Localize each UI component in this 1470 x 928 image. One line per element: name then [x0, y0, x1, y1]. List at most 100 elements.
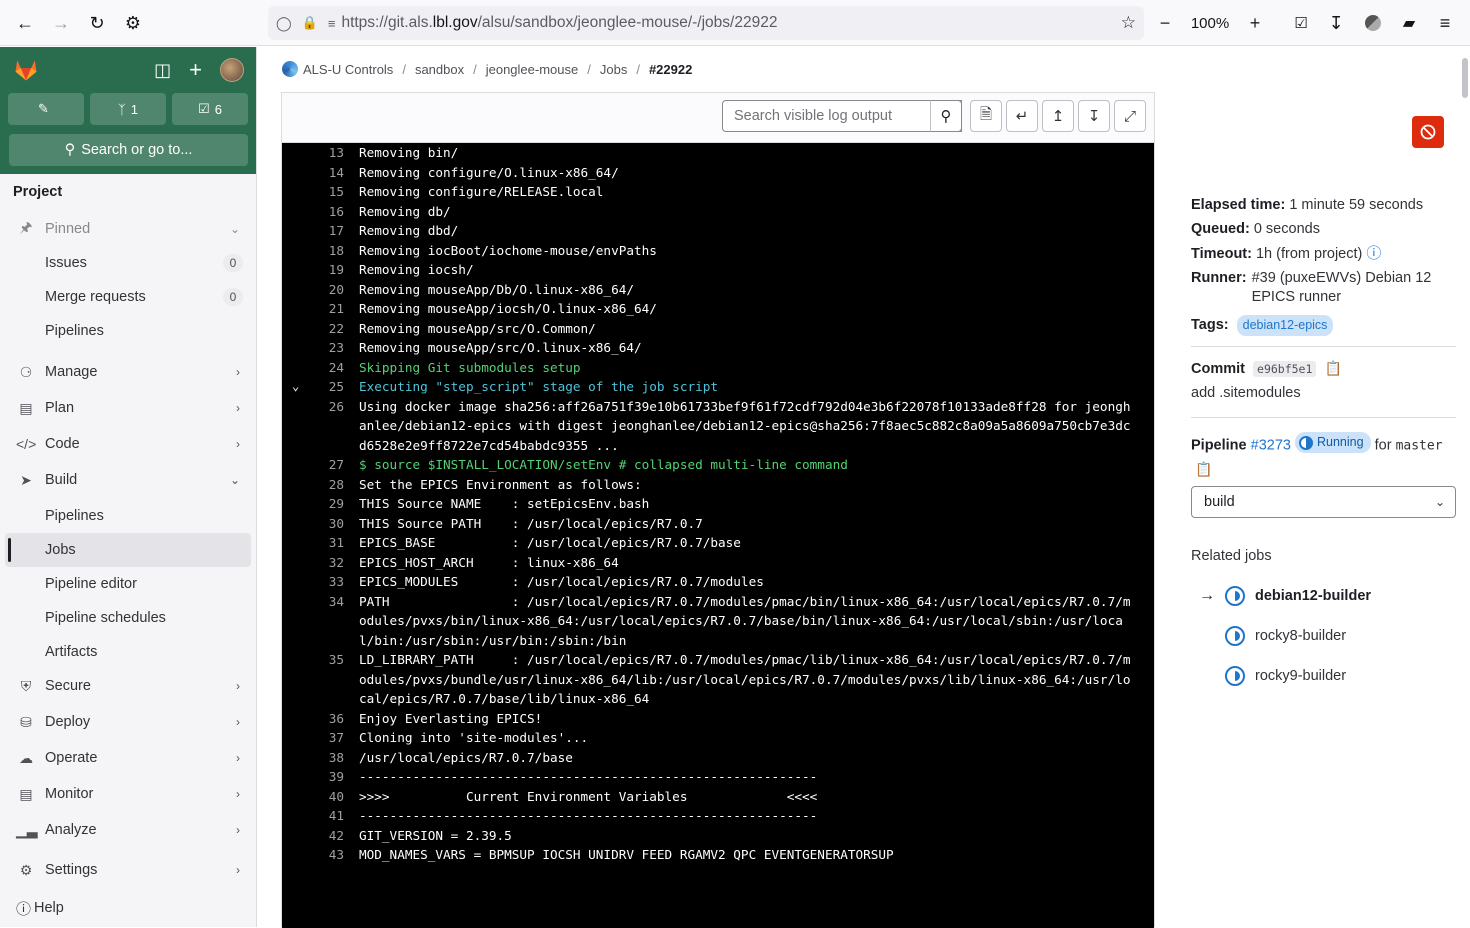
- log-line-number[interactable]: 28: [282, 475, 344, 495]
- sidebar-item-build[interactable]: ➤ Build ⌄: [0, 463, 256, 497]
- sidebar-item-pipeline-schedules[interactable]: Pipeline schedules: [0, 601, 256, 635]
- log-line-number[interactable]: 30: [282, 514, 344, 534]
- copy-icon[interactable]: 📋: [1195, 461, 1456, 478]
- sidebar-item-pinned-pipelines[interactable]: Pipelines: [0, 314, 256, 348]
- sidebar-toggle-icon[interactable]: ◫: [154, 60, 171, 81]
- sidebar-item-deploy[interactable]: ⛁ Deploy ›: [0, 705, 256, 739]
- merge-requests-counter-button[interactable]: ᛉ1: [90, 93, 166, 125]
- user-avatar[interactable]: [220, 58, 244, 82]
- sidebar-item-merge-requests[interactable]: Merge requests 0: [0, 280, 256, 314]
- log-line-number[interactable]: 18: [282, 241, 344, 261]
- sidebar-item-settings[interactable]: ⚙ Settings ›: [0, 853, 256, 887]
- chevron-down-icon[interactable]: ⌄: [292, 377, 299, 397]
- sidebar-item-plan[interactable]: ▤ Plan ›: [0, 391, 256, 425]
- breadcrumb-current[interactable]: #22922: [649, 62, 692, 77]
- sidebar-item-manage[interactable]: ⚆ Manage ›: [0, 355, 256, 389]
- log-line-number[interactable]: 35: [282, 650, 344, 709]
- settings-gear-icon[interactable]: ⚙: [115, 5, 151, 41]
- sidebar-item-monitor[interactable]: ▤ Monitor ›: [0, 777, 256, 811]
- log-line-number[interactable]: 24: [282, 358, 344, 378]
- log-line-number[interactable]: 23: [282, 338, 344, 358]
- reload-icon[interactable]: ↻: [79, 5, 115, 41]
- log-line-number[interactable]: 33: [282, 572, 344, 592]
- copy-icon[interactable]: 📋: [1324, 360, 1341, 376]
- breadcrumb-group[interactable]: sandbox: [415, 62, 464, 77]
- sidebar-item-secure[interactable]: ⛨ Secure ›: [0, 669, 256, 703]
- sidebar-item-analyze[interactable]: ▁▃ Analyze ›: [0, 813, 256, 847]
- commit-sha[interactable]: e96bf5e1: [1253, 361, 1317, 377]
- scroll-bottom-button[interactable]: ↧: [1078, 100, 1110, 132]
- log-search-input[interactable]: Search visible log output: [722, 100, 962, 132]
- log-line-number[interactable]: 38: [282, 748, 344, 768]
- commit-message[interactable]: add .sitemodules: [1191, 384, 1456, 403]
- tag-badge[interactable]: debian12-epics: [1236, 315, 1334, 336]
- log-line-number[interactable]: 20: [282, 280, 344, 300]
- breadcrumb-section[interactable]: Jobs: [600, 62, 627, 77]
- log-line-number[interactable]: 32: [282, 553, 344, 573]
- log-line-number[interactable]: 36: [282, 709, 344, 729]
- log-line-number[interactable]: 42: [282, 826, 344, 846]
- breadcrumb-project[interactable]: jeonglee-mouse: [486, 62, 579, 77]
- sidebar-pinned-toggle[interactable]: 🖈 Pinned ⌄: [0, 212, 256, 246]
- sidebar-item-jobs[interactable]: Jobs: [5, 533, 251, 567]
- log-line-number[interactable]: 21: [282, 299, 344, 319]
- log-line-number[interactable]: 37: [282, 728, 344, 748]
- zoom-in-icon[interactable]: +: [1240, 13, 1270, 34]
- cancel-job-button[interactable]: [1412, 116, 1444, 148]
- download-icon[interactable]: ↧: [1318, 5, 1354, 41]
- forward-icon[interactable]: →: [43, 5, 79, 41]
- sidebar-item-artifacts[interactable]: Artifacts: [0, 635, 256, 669]
- log-line-number[interactable]: 14: [282, 163, 344, 183]
- log-line-number[interactable]: 26: [282, 397, 344, 456]
- log-line-number[interactable]: 34: [282, 592, 344, 651]
- todo-counter-button[interactable]: ☑ 6: [172, 93, 248, 125]
- related-job-item[interactable]: rocky8-builder: [1191, 616, 1456, 656]
- log-line-number[interactable]: 27: [282, 455, 344, 475]
- zoom-out-icon[interactable]: −: [1150, 13, 1180, 34]
- sidebar-item-pipeline-editor[interactable]: Pipeline editor: [0, 567, 256, 601]
- breadcrumb-org[interactable]: ALS-U Controls: [303, 62, 393, 77]
- pocket-icon[interactable]: ☑: [1283, 5, 1319, 41]
- log-line-number[interactable]: 31: [282, 533, 344, 553]
- wrap-lines-button[interactable]: ↵: [1006, 100, 1038, 132]
- sidebar-item-operate[interactable]: ☁ Operate ›: [0, 741, 256, 775]
- help-icon[interactable]: ⓘ: [1366, 245, 1381, 262]
- log-line-number[interactable]: 19: [282, 260, 344, 280]
- log-search-button[interactable]: ⚲: [930, 100, 962, 132]
- pipeline-link[interactable]: #3273: [1251, 438, 1291, 454]
- bookmark-star-icon[interactable]: ☆: [1121, 13, 1136, 33]
- log-line-number[interactable]: 13: [282, 143, 344, 163]
- scroll-top-button[interactable]: ↥: [1042, 100, 1074, 132]
- help-button[interactable]: ⓘ Help: [0, 891, 256, 925]
- related-job-item[interactable]: → debian12-builder: [1191, 576, 1456, 616]
- back-icon[interactable]: ←: [7, 5, 43, 41]
- stage-dropdown[interactable]: build ⌄: [1191, 485, 1456, 518]
- log-line-number[interactable]: 22: [282, 319, 344, 339]
- gitlab-logo-icon[interactable]: [12, 55, 40, 83]
- search-button[interactable]: ⚲ Search or go to...: [9, 134, 248, 166]
- log-line-number[interactable]: 17: [282, 221, 344, 241]
- create-new-icon[interactable]: +: [189, 57, 202, 83]
- sidebar-item-issues[interactable]: Issues 0: [0, 246, 256, 280]
- log-line-number[interactable]: 15: [282, 182, 344, 202]
- profile-icon[interactable]: [1355, 5, 1391, 41]
- log-line-number[interactable]: 43: [282, 845, 344, 865]
- sidebar-item-pipelines[interactable]: Pipelines: [0, 499, 256, 533]
- fullscreen-button[interactable]: ⤢: [1114, 100, 1146, 132]
- menu-icon[interactable]: ≡: [1427, 5, 1463, 41]
- page-scrollbar[interactable]: [1462, 58, 1468, 98]
- log-line-number[interactable]: 16: [282, 202, 344, 222]
- log-line-number[interactable]: 39: [282, 767, 344, 787]
- issues-counter-button[interactable]: ✎: [8, 93, 84, 125]
- related-job-item[interactable]: rocky9-builder: [1191, 656, 1456, 696]
- zoom-level[interactable]: 100%: [1180, 15, 1240, 32]
- url-bar[interactable]: ◯ 🔒 ≡ https://git.als.lbl.gov/alsu/sandb…: [268, 6, 1144, 40]
- show-raw-button[interactable]: 🗎: [970, 100, 1002, 132]
- log-line-number[interactable]: 40: [282, 787, 344, 807]
- extensions-icon[interactable]: ▰: [1391, 5, 1427, 41]
- log-line-number[interactable]: 41: [282, 806, 344, 826]
- sidebar-item-code[interactable]: </> Code ›: [0, 427, 256, 461]
- log-line-number[interactable]: 29: [282, 494, 344, 514]
- branch-name[interactable]: master: [1396, 439, 1443, 454]
- pipeline-status-badge[interactable]: Running: [1295, 432, 1371, 453]
